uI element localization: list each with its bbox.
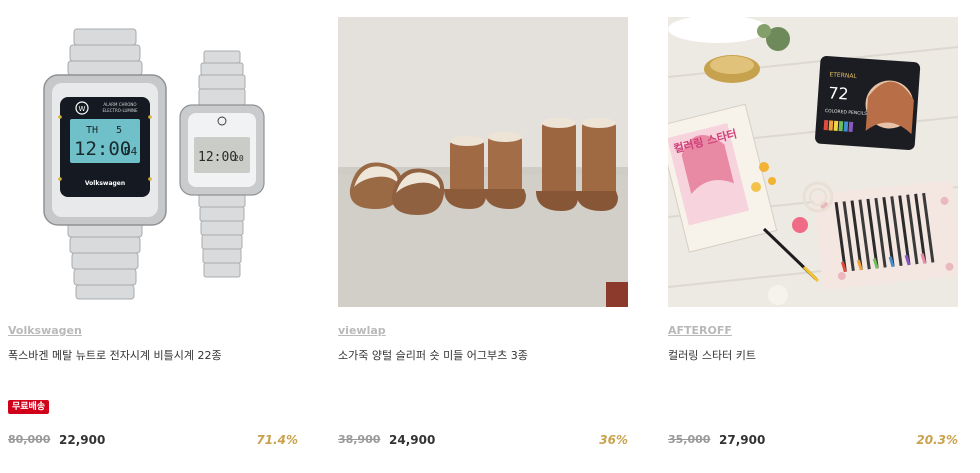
- small-watch-lcd-seconds: 20: [234, 154, 244, 163]
- product-image-boots[interactable]: [338, 17, 628, 307]
- watch-lcd-time: 12:00: [74, 138, 131, 160]
- small-watch-lcd-time: 12:00: [198, 150, 237, 165]
- brand-link[interactable]: AFTEROFF: [668, 324, 732, 337]
- watch-dial-text: ELECTRO-LUMINE: [102, 108, 138, 113]
- sale-price: 22,900: [59, 433, 106, 447]
- product-card[interactable]: 컬러링 스타터 ETERNAL 72 COLORED PENCILS AFTER…: [668, 0, 958, 473]
- discount-rate: 36%: [599, 433, 628, 447]
- product-title[interactable]: 폭스바겐 메탈 뉴트로 전자시계 비틀시계 22종: [8, 347, 222, 363]
- product-title[interactable]: 소가죽 양털 슬리퍼 숏 미들 어그부츠 3종: [338, 347, 528, 363]
- discount-rate: 71.4%: [256, 433, 298, 447]
- sale-price: 24,900: [389, 433, 436, 447]
- original-price: 38,900: [338, 433, 381, 446]
- original-price: 80,000: [8, 433, 51, 446]
- product-image-watch[interactable]: W ALARM CHRONO ELECTRO-LUMINE TH 5 12:00…: [8, 17, 298, 307]
- price-row: 80,000 22,900 71.4%: [8, 433, 298, 449]
- watch-lcd-day: TH: [86, 125, 98, 136]
- svg-text:W: W: [79, 105, 86, 113]
- product-grid: W ALARM CHRONO ELECTRO-LUMINE TH 5 12:00…: [0, 0, 980, 473]
- brand-link[interactable]: viewlap: [338, 324, 386, 337]
- free-shipping-badge: 무료배송: [8, 400, 50, 414]
- product-image-coloring-kit[interactable]: 컬러링 스타터 ETERNAL 72 COLORED PENCILS: [668, 17, 958, 307]
- watch-lcd-date: 5: [116, 125, 122, 136]
- sale-price: 27,900: [719, 433, 766, 447]
- discount-rate: 20.3%: [916, 433, 958, 447]
- product-title[interactable]: 컬러링 스타터 키트: [668, 347, 756, 363]
- product-card[interactable]: viewlap 소가죽 양털 슬리퍼 숏 미들 어그부츠 3종 38,900 2…: [338, 0, 628, 473]
- tin-count-text: 72: [828, 83, 850, 103]
- price-row: 35,000 27,900 20.3%: [668, 433, 958, 449]
- product-card[interactable]: W ALARM CHRONO ELECTRO-LUMINE TH 5 12:00…: [8, 0, 298, 473]
- brand-link[interactable]: Volkswagen: [8, 324, 82, 337]
- watch-brand-text: Volkswagen: [85, 180, 125, 187]
- watch-lcd-seconds: 04: [124, 145, 138, 158]
- watch-dial-text: ALARM CHRONO: [103, 102, 136, 107]
- price-row: 38,900 24,900 36%: [338, 433, 628, 449]
- original-price: 35,000: [668, 433, 711, 446]
